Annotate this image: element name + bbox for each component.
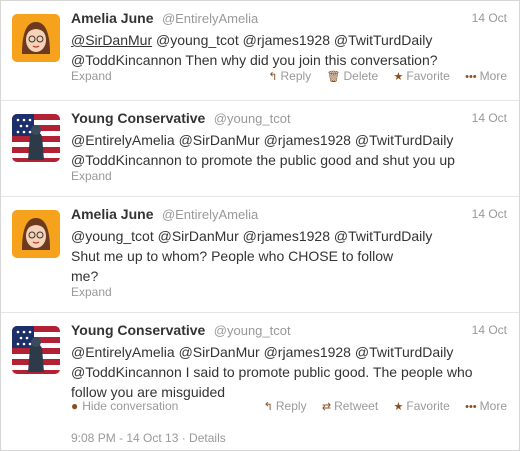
retweet-icon: ⇄: [321, 401, 332, 413]
tweet-actions: ↰ Reply ⇄ Retweet ★ Favorite ••• More: [252, 399, 507, 413]
favorite-button[interactable]: ★ Favorite: [394, 399, 450, 413]
username[interactable]: @young_tcot: [214, 323, 291, 338]
conversation-timeline: Amelia June @EntirelyAmelia 14 Oct @SirD…: [0, 0, 520, 451]
more-dots-icon: •••: [465, 401, 477, 413]
reply-button[interactable]: ↰ Reply: [268, 69, 311, 83]
fullname[interactable]: Amelia June: [71, 206, 153, 222]
mention-link[interactable]: @rjames1928: [243, 228, 330, 244]
tweet-body: follow you are misguided: [71, 384, 226, 400]
fullname[interactable]: Amelia June: [71, 10, 153, 26]
mention-link[interactable]: @rjames1928: [264, 344, 351, 360]
expand-link[interactable]: Expand: [71, 69, 112, 83]
mention-link[interactable]: @SirDanMur: [179, 344, 260, 360]
tweet-body: me?: [71, 268, 99, 284]
tweet-text: @EntirelyAmelia @SirDanMur @rjames1928 @…: [71, 342, 503, 402]
star-icon: ★: [393, 401, 404, 413]
hide-conversation-link[interactable]: ● Hide conversation: [71, 399, 178, 413]
mention-link[interactable]: @EntirelyAmelia: [71, 132, 175, 148]
mention-link[interactable]: @young_tcot: [156, 32, 239, 48]
favorite-button[interactable]: ★ Favorite: [394, 69, 450, 83]
expand-link[interactable]: Expand: [71, 285, 112, 299]
mention-link[interactable]: @ToddKincannon: [71, 52, 182, 68]
timestamp[interactable]: 14 Oct: [472, 111, 507, 125]
avatar[interactable]: [12, 326, 60, 374]
mention-link[interactable]: @TwitTurdDaily: [355, 344, 454, 360]
tweet-actions: ↰ Reply 🗑 Delete ★ Favorite ••• More: [256, 69, 507, 83]
tweet-text: @EntirelyAmelia @SirDanMur @rjames1928 @…: [71, 130, 503, 170]
mention-link[interactable]: @SirDanMur: [179, 132, 260, 148]
reply-arrow-icon: ↰: [268, 71, 278, 83]
more-dots-icon: •••: [465, 71, 477, 83]
mention-link[interactable]: @ToddKincannon: [71, 364, 182, 380]
more-button[interactable]: ••• More: [465, 69, 507, 83]
tweet-body: I said to promote public good. The peopl…: [185, 364, 473, 380]
avatar[interactable]: [12, 114, 60, 162]
tweet-body: Shut me up to whom? People who CHOSE to …: [71, 248, 394, 264]
avatar[interactable]: [12, 14, 60, 62]
username[interactable]: @EntirelyAmelia: [162, 11, 258, 26]
tweet-text: @SirDanMur @young_tcot @rjames1928 @Twit…: [71, 30, 503, 70]
star-icon: ★: [393, 71, 404, 83]
avatar[interactable]: [12, 210, 60, 258]
mention-link[interactable]: @EntirelyAmelia: [71, 344, 175, 360]
expand-link[interactable]: Expand: [71, 169, 112, 183]
tweet[interactable]: Young Conservative @young_tcot 14 Oct @E…: [1, 313, 519, 450]
trash-icon: 🗑: [326, 71, 341, 83]
speech-bubble-icon: ●: [71, 399, 79, 413]
timestamp[interactable]: 14 Oct: [472, 323, 507, 337]
tweet-header: Amelia June @EntirelyAmelia 14 Oct: [71, 10, 507, 28]
mention-link[interactable]: @TwitTurdDaily: [334, 228, 433, 244]
tweet-details-footer[interactable]: 9:08 PM - 14 Oct 13 · Details: [71, 431, 226, 445]
mention-link[interactable]: @young_tcot: [71, 228, 154, 244]
mention-link[interactable]: @SirDanMur: [71, 32, 152, 48]
tweet-header: Young Conservative @young_tcot 14 Oct: [71, 110, 507, 128]
mention-link[interactable]: @ToddKincannon: [71, 152, 182, 168]
username[interactable]: @EntirelyAmelia: [162, 207, 258, 222]
tweet[interactable]: Amelia June @EntirelyAmelia 14 Oct @youn…: [1, 197, 519, 313]
tweet-body: Then why did you join this conversation?: [185, 52, 438, 68]
fullname[interactable]: Young Conservative: [71, 110, 205, 126]
retweet-button[interactable]: ⇄ Retweet: [322, 399, 378, 413]
mention-link[interactable]: @rjames1928: [243, 32, 330, 48]
tweet[interactable]: Amelia June @EntirelyAmelia 14 Oct @SirD…: [1, 1, 519, 101]
fullname[interactable]: Young Conservative: [71, 322, 205, 338]
timestamp[interactable]: 14 Oct: [472, 207, 507, 221]
more-button[interactable]: ••• More: [465, 399, 507, 413]
reply-button[interactable]: ↰ Reply: [264, 399, 307, 413]
username[interactable]: @young_tcot: [214, 111, 291, 126]
mention-link[interactable]: @SirDanMur: [158, 228, 239, 244]
tweet-body: to promote the public good and shut you …: [185, 152, 455, 168]
mention-link[interactable]: @rjames1928: [264, 132, 351, 148]
tweet-header: Amelia June @EntirelyAmelia 14 Oct: [71, 206, 507, 224]
delete-button[interactable]: 🗑 Delete: [327, 69, 379, 83]
tweet[interactable]: Young Conservative @young_tcot 14 Oct @E…: [1, 101, 519, 197]
timestamp[interactable]: 14 Oct: [472, 11, 507, 25]
reply-arrow-icon: ↰: [263, 401, 273, 413]
tweet-text: @young_tcot @SirDanMur @rjames1928 @Twit…: [71, 226, 503, 286]
mention-link[interactable]: @TwitTurdDaily: [355, 132, 454, 148]
mention-link[interactable]: @TwitTurdDaily: [334, 32, 433, 48]
tweet-header: Young Conservative @young_tcot 14 Oct: [71, 322, 507, 340]
